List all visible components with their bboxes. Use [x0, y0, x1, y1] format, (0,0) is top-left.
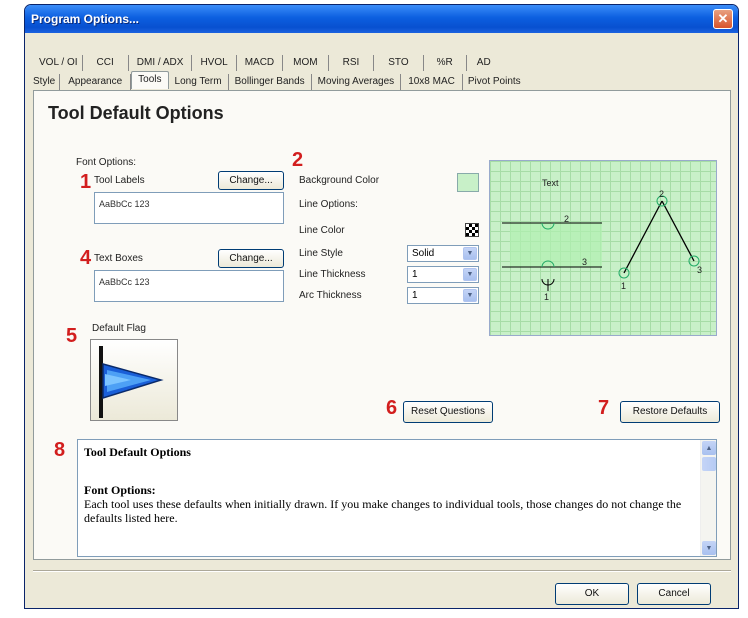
arc-thickness-label: Arc Thickness: [299, 290, 362, 301]
tab-sto[interactable]: STO: [374, 55, 424, 71]
tab-cci[interactable]: CCI: [83, 55, 129, 71]
default-flag-label: Default Flag: [92, 323, 146, 334]
preview-label-2: 2: [564, 214, 570, 224]
line-color-swatch[interactable]: [465, 223, 479, 237]
restore-defaults-button[interactable]: Restore Defaults: [620, 401, 720, 423]
chevron-down-icon: ▼: [463, 247, 477, 260]
preview-vertex-2: 2: [659, 189, 665, 199]
preview-label-3: 3: [582, 257, 588, 267]
help-body: Each tool uses these defaults when initi…: [84, 497, 682, 525]
line-style-label: Line Style: [299, 248, 343, 259]
reset-questions-button[interactable]: Reset Questions: [403, 401, 493, 423]
cancel-button[interactable]: Cancel: [637, 583, 711, 605]
help-text-box[interactable]: Tool Default Options Font Options: Each …: [77, 439, 717, 557]
tab-rsi[interactable]: RSI: [329, 55, 375, 71]
tab-long-term[interactable]: Long Term: [169, 74, 229, 90]
tool-labels-change-button[interactable]: Change...: [218, 171, 284, 190]
tab-mom[interactable]: MOM: [283, 55, 329, 71]
chevron-down-icon: ▼: [463, 289, 477, 302]
help-heading: Tool Default Options: [84, 445, 191, 459]
panel-title: Tool Default Options: [48, 103, 224, 123]
title-bar: Program Options... ✕: [25, 5, 738, 33]
tab-appearance[interactable]: Appearance: [60, 74, 132, 90]
close-button[interactable]: ✕: [713, 9, 733, 29]
line-style-value: Solid: [412, 248, 435, 259]
default-flag-button[interactable]: [90, 339, 178, 421]
background-color-label: Background Color: [299, 175, 380, 186]
line-color-label: Line Color: [299, 225, 345, 236]
background-color-swatch[interactable]: [457, 173, 479, 192]
scroll-thumb[interactable]: [702, 457, 716, 471]
tab-bollinger-bands[interactable]: Bollinger Bands: [229, 74, 312, 90]
tools-panel: Tool Default Options Font Options: 1 Too…: [33, 90, 731, 560]
help-scrollbar[interactable]: ▲ ▼: [700, 440, 716, 556]
callout-4: 4: [80, 247, 92, 269]
scroll-down-icon[interactable]: ▼: [702, 541, 716, 555]
tab-row-2: Style Appearance Tools Long Term Bollinger B…: [29, 71, 526, 90]
callout-7: 7: [598, 397, 610, 419]
tab-ad[interactable]: AD: [467, 55, 501, 71]
tool-preview-drawing: [502, 195, 700, 291]
tab-pivot-points[interactable]: Pivot Points: [463, 74, 526, 90]
preview-text-label: Text: [542, 178, 559, 188]
chevron-down-icon: ▼: [463, 268, 477, 281]
arc-thickness-value: 1: [412, 290, 418, 301]
callout-2: 2: [292, 149, 304, 171]
text-boxes-change-button[interactable]: Change...: [218, 249, 284, 268]
line-options-label: Line Options:: [299, 199, 358, 210]
flag-icon: [99, 346, 164, 418]
callout-1: 1: [80, 171, 92, 193]
preview-vertex-1: 1: [621, 281, 627, 291]
line-thickness-select[interactable]: 1 ▼: [407, 266, 479, 283]
scroll-up-icon[interactable]: ▲: [702, 441, 716, 455]
preview-vertex-3: 3: [697, 265, 703, 275]
tab-dmi-adx[interactable]: DMI / ADX: [129, 55, 193, 71]
tool-preview-area: Text 2 3 1 2 1 3: [489, 160, 717, 336]
font-options-heading: Font Options:: [76, 157, 137, 168]
callout-8: 8: [54, 439, 66, 461]
tab-vol-oi[interactable]: VOL / OI: [35, 55, 83, 71]
tab-moving-averages[interactable]: Moving Averages: [312, 74, 402, 90]
arc-thickness-select[interactable]: 1 ▼: [407, 287, 479, 304]
tool-labels-label: Tool Labels: [94, 175, 145, 186]
preview-label-1: 1: [544, 292, 550, 302]
line-style-select[interactable]: Solid ▼: [407, 245, 479, 262]
window-title: Program Options...: [31, 12, 140, 26]
tab-hvol[interactable]: HVOL: [192, 55, 237, 71]
program-options-window: Program Options... ✕ VOL / OI CCI DMI / AD…: [24, 4, 739, 609]
tab-row-1: VOL / OI CCI DMI / ADX HVOL MACD MOM RSI STO %R A…: [35, 55, 501, 71]
callout-6: 6: [386, 397, 398, 419]
text-boxes-font-sample: AaBbCc 123: [94, 270, 284, 302]
help-subheading: Font Options:: [84, 483, 156, 497]
tab-tools[interactable]: Tools: [131, 71, 169, 89]
line-thickness-value: 1: [412, 269, 418, 280]
divider: [33, 570, 731, 572]
tab-macd[interactable]: MACD: [237, 55, 284, 71]
callout-5: 5: [66, 325, 78, 347]
ok-button[interactable]: OK: [555, 583, 629, 605]
line-thickness-label: Line Thickness: [299, 269, 366, 280]
tab-williams-r[interactable]: %R: [424, 55, 467, 71]
tab-style[interactable]: Style: [29, 74, 61, 90]
close-icon: ✕: [717, 11, 729, 26]
tool-labels-font-sample: AaBbCc 123: [94, 192, 284, 224]
tab-10x8-mac[interactable]: 10x8 MAC: [401, 74, 463, 90]
text-boxes-label: Text Boxes: [94, 253, 143, 264]
